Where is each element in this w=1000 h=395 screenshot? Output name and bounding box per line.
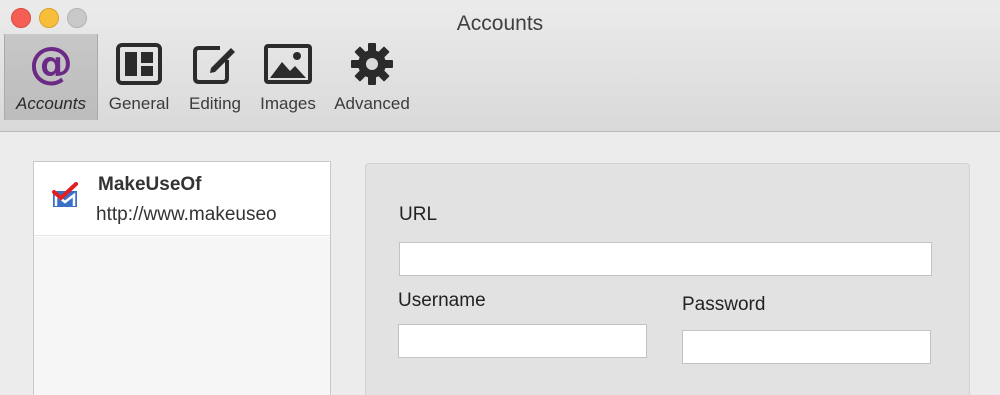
accounts-pane: MakeUseOf http://www.makeuseo URL Userna… (0, 133, 1000, 395)
columns-icon (116, 40, 162, 88)
tab-advanced-label: Advanced (334, 94, 410, 113)
tab-general-label: General (108, 94, 170, 113)
gear-icon (350, 40, 394, 88)
makeuseof-logo-icon (52, 182, 78, 207)
username-field[interactable] (398, 324, 647, 358)
account-list[interactable]: MakeUseOf http://www.makeuseo (33, 161, 331, 395)
account-list-item[interactable]: MakeUseOf http://www.makeuseo (34, 162, 330, 236)
tab-advanced[interactable]: Advanced (326, 34, 418, 120)
url-field[interactable] (399, 242, 932, 276)
tab-images-label: Images (260, 94, 316, 113)
at-icon: @ (29, 38, 73, 89)
tab-accounts-label: Accounts (16, 94, 86, 113)
url-label: URL (399, 204, 438, 225)
account-url: http://www.makeuseo (96, 204, 277, 225)
window-titlebar: Accounts @ Accounts General Editing Imag… (0, 0, 1000, 132)
password-label: Password (682, 294, 766, 315)
tab-general[interactable]: General (98, 34, 180, 120)
username-label: Username (398, 290, 486, 311)
tab-images[interactable]: Images (250, 34, 326, 120)
window-title: Accounts (456, 12, 544, 35)
tab-editing-label: Editing (189, 94, 241, 113)
account-list-empty-area (34, 237, 330, 395)
preferences-window: Accounts @ Accounts General Editing Imag… (0, 0, 1000, 395)
tab-editing[interactable]: Editing (180, 34, 250, 120)
password-field[interactable] (682, 330, 931, 364)
tab-accounts[interactable]: @ Accounts (4, 34, 98, 120)
image-icon (264, 40, 312, 88)
account-details-form: URL Username Password (365, 163, 970, 395)
preferences-toolbar: @ Accounts General Editing Images Advanc… (4, 34, 418, 124)
edit-icon (192, 40, 238, 88)
account-name: MakeUseOf (98, 174, 202, 195)
